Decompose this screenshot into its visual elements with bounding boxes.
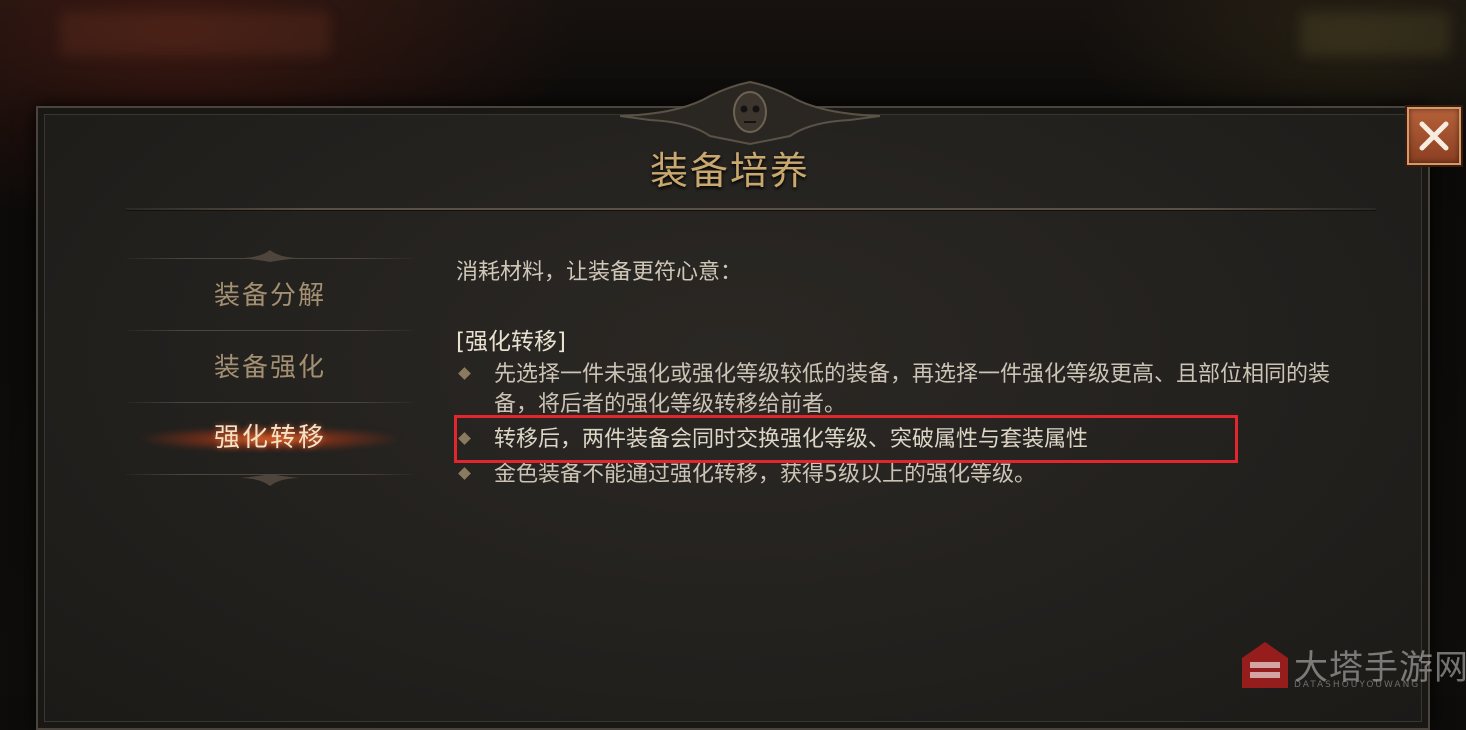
close-x-icon bbox=[1419, 121, 1449, 151]
tab-label: 装备分解 bbox=[213, 281, 326, 311]
divider-ornament-icon bbox=[240, 474, 300, 486]
tab-divider bbox=[126, 330, 414, 331]
watermark: 大塔手游网 DATASHOUYOUWANG bbox=[1240, 638, 1466, 694]
tab-equipment-decompose[interactable]: 装备分解 bbox=[126, 266, 414, 326]
skull-ornament-icon bbox=[620, 80, 880, 146]
watermark-logo-icon bbox=[1242, 642, 1288, 688]
divider-ornament-icon bbox=[240, 250, 300, 262]
rule-text: 先选择一件未强化或强化等级较低的装备，再选择一件强化等级更高、且部位相同的装备，… bbox=[494, 362, 1331, 417]
tab-enhance-transfer[interactable]: 强化转移 bbox=[126, 408, 414, 468]
section-heading: [强化转移] bbox=[456, 329, 566, 355]
dialog-title: 装备培养 bbox=[649, 149, 810, 193]
tab-divider bbox=[126, 402, 414, 403]
tab-equipment-enhance[interactable]: 装备强化 bbox=[126, 338, 414, 398]
background-blurred-tab bbox=[60, 12, 330, 56]
watermark-subtext: DATASHOUYOUWANG bbox=[1294, 680, 1421, 690]
tab-label: 强化转移 bbox=[213, 423, 326, 453]
rule-text: 金色装备不能通过强化转移，获得5级以上的强化等级。 bbox=[494, 462, 1036, 487]
title-divider bbox=[126, 208, 1376, 211]
highlight-box bbox=[454, 415, 1238, 463]
intro-text: 消耗材料，让装备更符心意： bbox=[456, 260, 743, 285]
tab-label: 装备强化 bbox=[213, 353, 326, 383]
tab-list: 装备分解 装备强化 强化转移 bbox=[126, 250, 414, 490]
close-button[interactable] bbox=[1407, 107, 1461, 165]
background-blurred-widget bbox=[1300, 12, 1450, 56]
